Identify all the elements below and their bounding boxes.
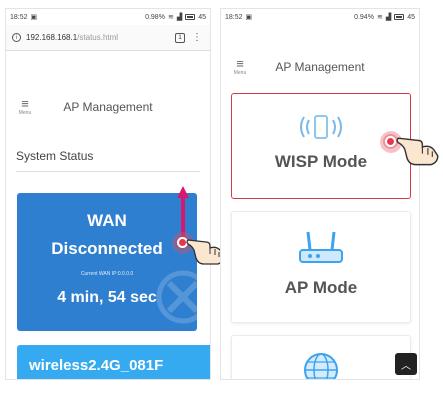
ap-mode-card[interactable]: AP Mode — [231, 211, 411, 323]
battery-icon — [185, 14, 196, 20]
battery-icon — [394, 14, 405, 20]
wifi-icon: ≋ — [376, 13, 383, 21]
browser-address-bar[interactable]: i 192.168.168.1/status.html 1 ⋮ — [6, 25, 210, 51]
right-phone-screen: 18:52 ▣ 0.94% ≋ ▟ 45 ≡ Menu AP Managemen… — [220, 8, 420, 380]
wifi-icon: ≋ — [167, 13, 174, 21]
hamburger-icon: ≡ — [236, 56, 244, 71]
page-title: AP Management — [275, 60, 365, 74]
wireless-card[interactable]: wireless2.4G_081F — [17, 345, 210, 379]
url-host: 192.168.168.1 — [26, 33, 78, 42]
menu-button[interactable]: ≡ Menu — [16, 96, 34, 116]
url-path: /status.html — [77, 33, 119, 42]
wisp-mode-label: WISP Mode — [274, 152, 368, 171]
menu-button[interactable]: ≡ Menu — [231, 56, 249, 76]
wan-ip-label: Current WAN IP:0.0.0.0 — [80, 271, 134, 277]
status-bar: 18:52 ▣ 0.94% ≋ ▟ 45 — [221, 9, 419, 25]
wan-connection-state: Disconnected — [51, 239, 163, 258]
wireless-repeater-icon — [300, 115, 342, 139]
hamburger-icon: ≡ — [21, 96, 29, 111]
app-header: ≡ Menu AP Management — [221, 45, 419, 89]
status-data-rate: 0.94% — [354, 13, 374, 21]
battery-level: 45 — [407, 13, 415, 21]
signal-icon: ▟ — [385, 13, 392, 21]
disconnected-icon — [156, 270, 197, 324]
scroll-to-top-button[interactable]: ︿ — [395, 353, 417, 375]
wan-title: WAN — [87, 211, 127, 230]
status-bar: 18:52 ▣ 0.98% ≋ ▟ 45 — [6, 9, 210, 25]
chevron-up-icon: ︿ — [401, 360, 411, 372]
tap-indicator — [385, 136, 396, 147]
section-title: System Status — [16, 149, 200, 172]
app-header: ≡ Menu AP Management — [6, 85, 210, 129]
menu-label: Menu — [18, 110, 32, 116]
wan-status-card[interactable]: WAN Disconnected Current WAN IP:0.0.0.0 … — [17, 193, 197, 331]
menu-label: Menu — [233, 70, 247, 76]
tab-switcher-button[interactable]: 1 — [175, 32, 185, 43]
page-title: AP Management — [63, 100, 153, 114]
router-icon — [299, 231, 343, 263]
router-mode-card[interactable] — [231, 335, 411, 379]
status-time: 18:52 — [225, 13, 243, 21]
status-data-rate: 0.98% — [145, 13, 165, 21]
image-notification-icon: ▣ — [245, 13, 253, 21]
image-notification-icon: ▣ — [30, 13, 38, 21]
battery-level: 45 — [198, 13, 206, 21]
status-time: 18:52 — [10, 13, 28, 21]
globe-icon — [304, 353, 338, 379]
signal-icon: ▟ — [176, 13, 183, 21]
more-menu-icon[interactable]: ⋮ — [190, 32, 204, 43]
pointing-hand-icon — [396, 137, 439, 166]
ap-mode-label: AP Mode — [284, 278, 358, 297]
site-info-icon[interactable]: i — [12, 33, 21, 42]
